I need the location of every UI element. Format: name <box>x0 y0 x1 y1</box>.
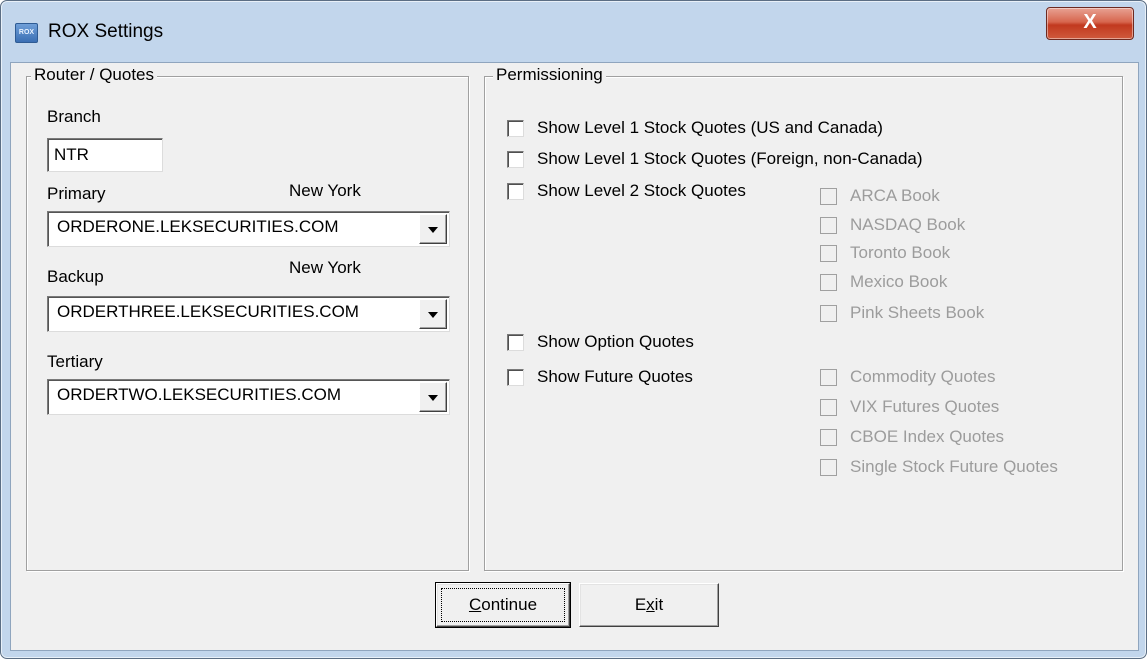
checkbox-option-quotes[interactable]: Show Option Quotes <box>507 332 694 352</box>
checkbox-box[interactable] <box>820 368 837 386</box>
checkbox-vix-futures-quotes[interactable]: VIX Futures Quotes <box>820 397 999 417</box>
checkbox-label: Show Option Quotes <box>537 332 694 351</box>
checkbox-box[interactable] <box>820 216 837 234</box>
branch-label: Branch <box>47 107 101 126</box>
tertiary-label: Tertiary <box>47 352 103 371</box>
checkbox-label: Show Future Quotes <box>537 367 693 386</box>
checkbox-label: Toronto Book <box>850 243 951 262</box>
dialog-client-area: Router / Quotes Branch NTR Primary New Y… <box>10 62 1139 651</box>
exit-button[interactable]: Exit <box>579 583 719 627</box>
exit-mnemonic: x <box>646 595 655 614</box>
checkbox-commodity-quotes[interactable]: Commodity Quotes <box>820 367 996 387</box>
permissioning-legend: Permissioning <box>493 65 606 85</box>
checkbox-level1-us[interactable]: Show Level 1 Stock Quotes (US and Canada… <box>507 118 883 138</box>
continue-button[interactable]: Continue <box>435 582 571 628</box>
checkbox-cboe-index-quotes[interactable]: CBOE Index Quotes <box>820 427 1004 447</box>
title-bar[interactable]: ROX ROX Settings X <box>1 1 1146 61</box>
checkbox-label: NASDAQ Book <box>850 215 966 234</box>
checkbox-level1-foreign[interactable]: Show Level 1 Stock Quotes (Foreign, non-… <box>507 149 923 169</box>
checkbox-label: Show Level 2 Stock Quotes <box>537 181 746 200</box>
checkbox-box[interactable] <box>507 368 524 386</box>
checkbox-arca-book[interactable]: ARCA Book <box>820 186 940 206</box>
checkbox-label: Show Level 1 Stock Quotes (US and Canada… <box>537 118 883 137</box>
window-title: ROX Settings <box>48 21 164 42</box>
router-quotes-legend: Router / Quotes <box>31 65 158 85</box>
checkbox-label: Mexico Book <box>850 272 948 291</box>
checkbox-level2[interactable]: Show Level 2 Stock Quotes <box>507 181 746 201</box>
primary-select[interactable]: ORDERONE.LEKSECURITIES.COM <box>47 211 450 247</box>
backup-select[interactable]: ORDERTHREE.LEKSECURITIES.COM <box>47 296 450 332</box>
close-button[interactable]: X <box>1046 7 1134 40</box>
exit-label-start: E <box>634 595 647 614</box>
checkbox-box[interactable] <box>820 187 837 205</box>
checkbox-box[interactable] <box>820 428 837 446</box>
checkbox-future-quotes[interactable]: Show Future Quotes <box>507 367 693 387</box>
backup-location: New York <box>289 258 361 277</box>
close-icon: X <box>1083 11 1097 33</box>
tertiary-select-value: ORDERTWO.LEKSECURITIES.COM <box>57 385 341 404</box>
checkbox-box[interactable] <box>820 244 837 262</box>
permissioning-group: Permissioning Show Level 1 Stock Quotes … <box>484 65 1123 571</box>
branch-input[interactable]: NTR <box>47 138 163 172</box>
checkbox-label: Commodity Quotes <box>850 367 996 386</box>
focus-rectangle <box>441 588 565 622</box>
checkbox-mexico-book[interactable]: Mexico Book <box>820 272 947 292</box>
backup-select-value: ORDERTHREE.LEKSECURITIES.COM <box>57 302 359 321</box>
checkbox-toronto-book[interactable]: Toronto Book <box>820 243 950 263</box>
checkbox-box[interactable] <box>820 304 837 322</box>
checkbox-label: ARCA Book <box>850 186 940 205</box>
app-icon: ROX <box>15 23 38 43</box>
tertiary-select[interactable]: ORDERTWO.LEKSECURITIES.COM <box>47 379 450 415</box>
exit-label-end: it <box>654 595 664 614</box>
checkbox-single-stock-future-quotes[interactable]: Single Stock Future Quotes <box>820 457 1058 477</box>
checkbox-label: Show Level 1 Stock Quotes (Foreign, non-… <box>537 149 923 168</box>
checkbox-box[interactable] <box>507 150 524 168</box>
checkbox-pink-sheets-book[interactable]: Pink Sheets Book <box>820 303 984 323</box>
backup-label: Backup <box>47 267 104 286</box>
checkbox-box[interactable] <box>507 333 524 351</box>
primary-location: New York <box>289 181 361 200</box>
checkbox-box[interactable] <box>820 458 837 476</box>
chevron-down-icon[interactable] <box>419 214 447 244</box>
router-quotes-group: Router / Quotes Branch NTR Primary New Y… <box>26 65 469 571</box>
settings-window: ROX ROX Settings X Router / Quotes Branc… <box>0 0 1147 659</box>
chevron-down-icon[interactable] <box>419 299 447 329</box>
checkbox-box[interactable] <box>820 273 837 291</box>
checkbox-box[interactable] <box>507 119 524 137</box>
checkbox-label: CBOE Index Quotes <box>850 427 1005 446</box>
checkbox-box[interactable] <box>820 398 837 416</box>
chevron-down-icon[interactable] <box>419 382 447 412</box>
checkbox-nasdaq-book[interactable]: NASDAQ Book <box>820 215 965 235</box>
primary-label: Primary <box>47 184 106 203</box>
primary-select-value: ORDERONE.LEKSECURITIES.COM <box>57 217 339 236</box>
checkbox-label: Pink Sheets Book <box>850 303 985 322</box>
checkbox-label: VIX Futures Quotes <box>850 397 1000 416</box>
checkbox-box[interactable] <box>507 182 524 200</box>
checkbox-label: Single Stock Future Quotes <box>850 457 1058 476</box>
